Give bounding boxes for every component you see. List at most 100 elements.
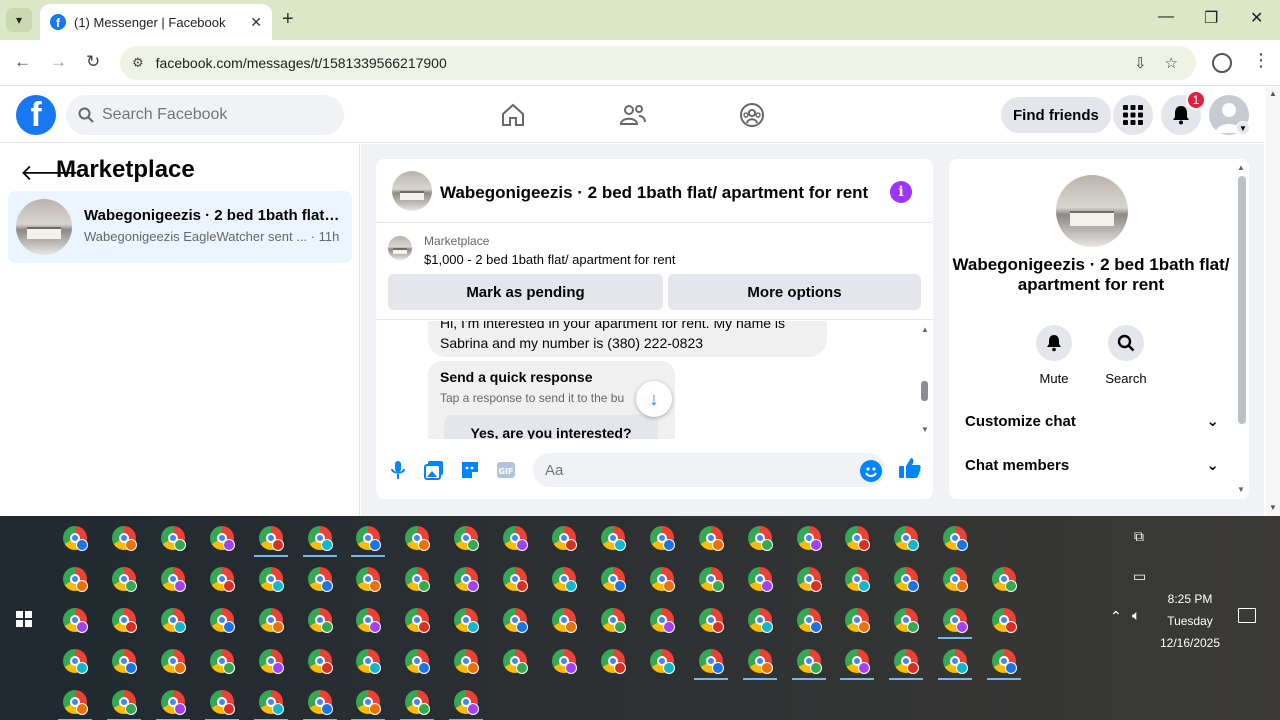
account-chevron-down-icon[interactable]: ▼: [1236, 121, 1250, 135]
chrome-profile-icon[interactable]: [63, 526, 88, 551]
chrome-profile-icon[interactable]: [258, 649, 284, 674]
chrome-profile-icon[interactable]: [204, 690, 239, 720]
chrome-profile-icon[interactable]: [649, 526, 675, 551]
chrome-profile-icon[interactable]: [649, 649, 675, 674]
friends-icon[interactable]: [619, 101, 647, 129]
chrome-profile-icon[interactable]: [747, 567, 773, 592]
bell-icon[interactable]: [1036, 325, 1072, 361]
page-scrollbar[interactable]: ▲ ▼: [1266, 87, 1280, 516]
chrome-profile-icon[interactable]: [503, 608, 529, 633]
chrome-profile-icon[interactable]: [600, 649, 626, 674]
chrome-profile-icon[interactable]: [209, 567, 235, 592]
chrome-profile-icon[interactable]: [356, 608, 382, 633]
scrollbar-thumb[interactable]: [921, 381, 928, 401]
mark-as-pending-button[interactable]: Mark as pending: [388, 274, 663, 310]
chrome-profile-icon[interactable]: [405, 649, 431, 674]
chat-members-row[interactable]: Chat members ⌄: [965, 456, 1219, 475]
chrome-profile-icon[interactable]: [791, 649, 826, 680]
chrome-profile-icon[interactable]: [894, 526, 920, 551]
home-icon[interactable]: [499, 101, 527, 129]
conversation-item[interactable]: Wabegonigeezis · 2 bed 1bath flat/... Wa…: [8, 191, 352, 263]
chrome-profile-icon[interactable]: [111, 649, 137, 674]
chrome-profile-icon[interactable]: [992, 567, 1018, 592]
bookmark-star-icon[interactable]: ☆: [1165, 54, 1178, 72]
chrome-profile-icon[interactable]: [307, 608, 333, 633]
chrome-profile-icon[interactable]: [987, 649, 1022, 680]
chrome-profile-icon[interactable]: [503, 567, 529, 592]
chrome-profile-icon[interactable]: [253, 526, 288, 557]
sticker-icon[interactable]: [459, 459, 481, 481]
chrome-profile-icon[interactable]: [258, 608, 284, 633]
chrome-profile-icon[interactable]: [351, 526, 386, 557]
chrome-profile-icon[interactable]: [693, 649, 728, 680]
chrome-profile-icon[interactable]: [111, 567, 137, 592]
chrome-profile-icon[interactable]: [63, 608, 88, 633]
photo-gallery-icon[interactable]: [423, 459, 445, 481]
info-icon[interactable]: i: [890, 181, 912, 203]
chrome-profile-icon[interactable]: [160, 608, 186, 633]
chrome-profile-icon[interactable]: [449, 690, 484, 720]
forward-icon[interactable]: →: [50, 52, 67, 72]
thumbs-up-icon[interactable]: [898, 457, 922, 485]
chrome-profile-icon[interactable]: [742, 649, 777, 680]
chrome-profile-icon[interactable]: [943, 567, 969, 592]
browser-tab[interactable]: f (1) Messenger | Facebook ✕: [40, 4, 272, 40]
emoji-icon[interactable]: [860, 460, 882, 482]
chrome-profile-icon[interactable]: [351, 690, 386, 720]
microphone-icon[interactable]: [387, 459, 409, 481]
chrome-profile-icon[interactable]: [356, 649, 382, 674]
taskbar-clock[interactable]: 8:25 PM Tuesday 12/16/2025: [1150, 588, 1230, 654]
message-list[interactable]: Hi, I'm interested in your apartment for…: [376, 321, 933, 439]
show-hidden-icons-chevron-up-icon[interactable]: ⌃: [1110, 608, 1122, 625]
chrome-profile-icon[interactable]: [889, 649, 924, 680]
chrome-profile-icon[interactable]: [405, 608, 431, 633]
new-tab-icon[interactable]: +: [282, 8, 294, 31]
tab-search-dropdown-icon[interactable]: ▾: [6, 8, 32, 32]
back-icon[interactable]: ←: [14, 52, 31, 72]
chrome-profile-icon[interactable]: [552, 567, 577, 592]
chrome-profile-icon[interactable]: [454, 526, 480, 551]
scroll-up-arrow-icon[interactable]: ▲: [921, 325, 929, 334]
chrome-profile-icon[interactable]: [405, 567, 431, 592]
chrome-profile-icon[interactable]: [796, 608, 822, 633]
chat-listing-avatar[interactable]: [392, 171, 432, 211]
chrome-profile-icon[interactable]: [992, 608, 1018, 633]
chrome-profile-icon[interactable]: [302, 690, 337, 720]
chrome-profile-icon[interactable]: [943, 526, 969, 551]
window-close-icon[interactable]: ✕: [1250, 8, 1263, 28]
chrome-profile-icon[interactable]: [58, 690, 92, 720]
chrome-profile-icon[interactable]: [160, 567, 186, 592]
chrome-profile-icon[interactable]: [63, 567, 88, 592]
chrome-profile-icon[interactable]: [845, 608, 871, 633]
chat-title[interactable]: Wabegonigeezis · 2 bed 1bath flat/ apart…: [440, 183, 868, 203]
chrome-profile-icon[interactable]: [400, 690, 435, 720]
install-app-icon[interactable]: ⇩: [1134, 54, 1147, 72]
action-center-icon[interactable]: [1238, 608, 1256, 623]
task-view-icon[interactable]: ⧉: [1134, 528, 1144, 545]
chrome-profile-icon[interactable]: [796, 567, 822, 592]
chrome-profile-icon[interactable]: [155, 690, 190, 720]
banner-listing[interactable]: $1,000 - 2 bed 1bath flat/ apartment for…: [424, 252, 676, 267]
chrome-profile-icon[interactable]: [747, 526, 773, 551]
search-action[interactable]: Search: [1096, 325, 1156, 386]
message-scrollbar[interactable]: ▲ ▼: [920, 321, 930, 439]
chrome-profile-icon[interactable]: [600, 526, 626, 551]
groups-icon[interactable]: [738, 101, 766, 129]
chrome-profile-icon[interactable]: [845, 526, 871, 551]
chrome-profile-icon[interactable]: [698, 608, 724, 633]
chrome-profile-icon[interactable]: [160, 526, 186, 551]
customize-chat-row[interactable]: Customize chat ⌄: [965, 412, 1219, 431]
search-input[interactable]: [102, 106, 322, 124]
chrome-profile-icon[interactable]: [552, 526, 577, 551]
scroll-down-arrow-icon[interactable]: ▼: [921, 425, 929, 434]
minimize-icon[interactable]: —: [1158, 8, 1174, 26]
reload-icon[interactable]: ↻: [86, 52, 100, 72]
gif-icon[interactable]: GIF: [495, 459, 517, 481]
chrome-profile-icon[interactable]: [938, 608, 973, 639]
chrome-profile-icon[interactable]: [840, 649, 875, 680]
chrome-profile-icon[interactable]: [649, 567, 675, 592]
chrome-profile-icon[interactable]: [209, 526, 235, 551]
chrome-profile-icon[interactable]: [356, 567, 382, 592]
mute-action[interactable]: Mute: [1024, 325, 1084, 386]
browser-menu-icon[interactable]: ⋮: [1252, 50, 1270, 71]
